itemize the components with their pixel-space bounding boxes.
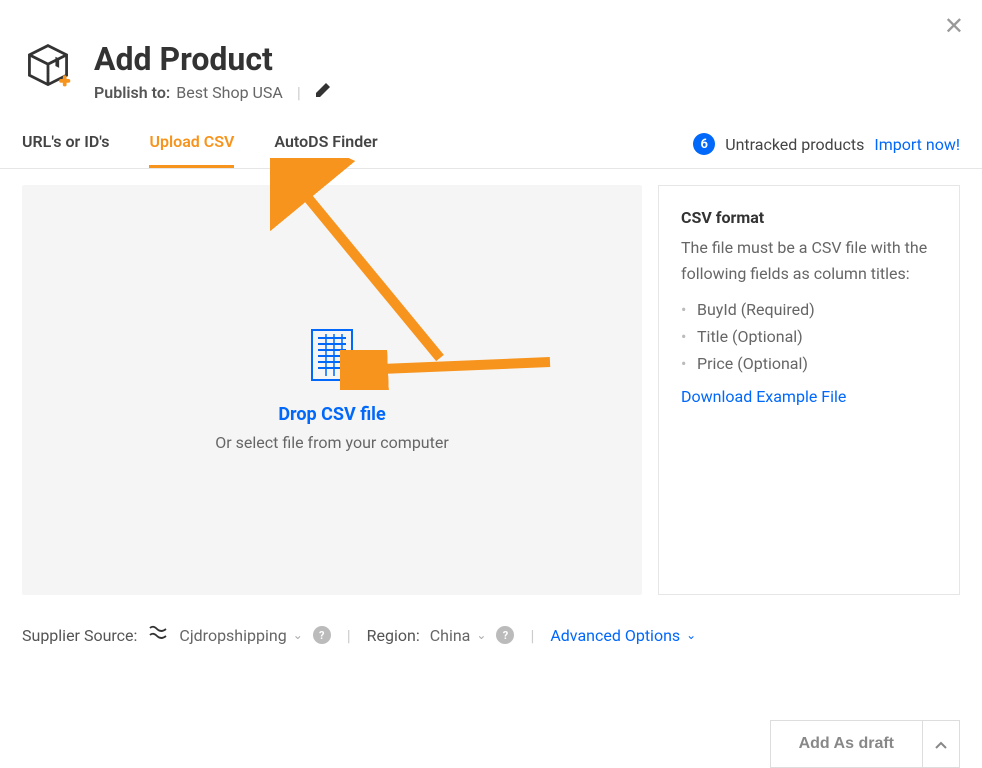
download-example-link[interactable]: Download Example File [681, 387, 937, 406]
edit-store-icon[interactable] [315, 82, 331, 102]
options-bar: Supplier Source: Cjdropshipping ⌄ ? | Re… [0, 595, 982, 645]
chevron-down-icon: ⌄ [476, 628, 486, 642]
advanced-options-link[interactable]: Advanced Options ⌄ [550, 626, 696, 645]
page-title: Add Product [94, 40, 331, 78]
chevron-down-icon: ⌄ [686, 628, 696, 642]
add-as-draft-dropdown-toggle[interactable] [923, 720, 960, 768]
chevron-up-icon [935, 737, 947, 752]
advanced-options-label: Advanced Options [550, 626, 680, 645]
divider: | [297, 83, 301, 102]
publish-to-label: Publish to: [94, 83, 170, 102]
tab-urls-or-ids[interactable]: URL's or ID's [22, 132, 109, 168]
tab-upload-csv[interactable]: Upload CSV [149, 132, 234, 168]
csv-field-item: Price (Optional) [681, 350, 937, 377]
dropzone-subtitle: Or select file from your computer [215, 433, 449, 452]
modal-header: Add Product Publish to: Best Shop USA | [0, 0, 982, 102]
product-box-icon [22, 40, 74, 92]
import-now-link[interactable]: Import now! [874, 135, 960, 154]
csv-format-heading: CSV format [681, 208, 937, 227]
supplier-source-dropdown[interactable]: Cjdropshipping ⌄ [179, 626, 302, 645]
dropzone-title: Drop CSV file [278, 404, 385, 425]
publish-to-value: Best Shop USA [176, 83, 283, 102]
csv-dropzone[interactable]: Drop CSV file Or select file from your c… [22, 185, 642, 595]
supplier-source-value: Cjdropshipping [179, 626, 286, 645]
csv-format-desc: The file must be a CSV file with the fol… [681, 235, 937, 286]
untracked-count-badge: 6 [693, 133, 715, 155]
supplier-help-icon[interactable]: ? [313, 626, 331, 644]
chevron-down-icon: ⌄ [293, 628, 303, 642]
csv-field-item: Title (Optional) [681, 323, 937, 350]
region-label: Region: [367, 626, 420, 645]
region-help-icon[interactable]: ? [496, 626, 514, 644]
tabs-bar: URL's or ID's Upload CSV AutoDS Finder 6… [0, 132, 982, 169]
untracked-label: Untracked products [725, 135, 864, 154]
divider: | [347, 626, 351, 645]
tab-autods-finder[interactable]: AutoDS Finder [274, 132, 377, 168]
supplier-source-label: Supplier Source: [22, 626, 137, 645]
close-button[interactable]: ✕ [944, 12, 964, 40]
action-buttons: Add As draft [770, 720, 960, 768]
csv-field-item: BuyId (Required) [681, 296, 937, 323]
csv-format-panel: CSV format The file must be a CSV file w… [658, 185, 960, 595]
csv-file-icon [310, 328, 354, 382]
region-value: China [430, 626, 471, 645]
region-dropdown[interactable]: China ⌄ [430, 626, 487, 645]
divider: | [530, 626, 534, 645]
add-as-draft-button[interactable]: Add As draft [770, 720, 923, 768]
supplier-source-icon [147, 625, 169, 645]
